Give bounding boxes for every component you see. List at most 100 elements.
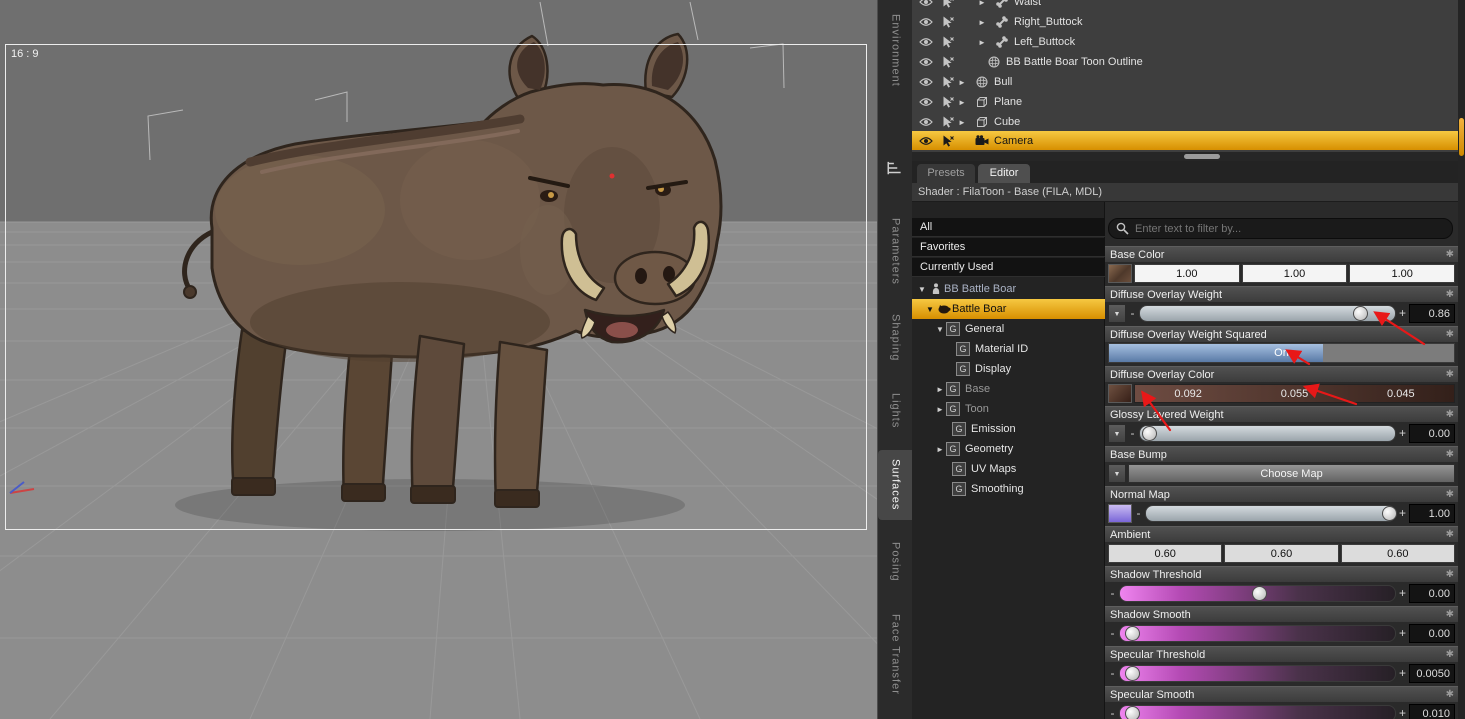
slider-handle[interactable] bbox=[1251, 585, 1267, 601]
increment-button[interactable]: + bbox=[1398, 626, 1407, 640]
color-value-g[interactable]: 1.00 bbox=[1241, 263, 1348, 283]
slider-track[interactable] bbox=[1119, 624, 1396, 642]
tab-presets[interactable]: Presets bbox=[917, 164, 975, 183]
texture-thumbnail[interactable] bbox=[1108, 263, 1132, 283]
surface-node-display[interactable]: G Display bbox=[912, 359, 1105, 379]
tab-surfaces[interactable]: Surfaces bbox=[878, 450, 913, 520]
vertical-scrollbar[interactable] bbox=[1458, 0, 1465, 719]
visibility-eye-icon[interactable] bbox=[918, 57, 934, 67]
gear-icon[interactable]: ✱ bbox=[1446, 527, 1454, 543]
increment-button[interactable]: + bbox=[1398, 426, 1407, 440]
decrement-button[interactable]: - bbox=[1128, 426, 1137, 440]
scene-node-right-buttock[interactable]: ► Right_Buttock bbox=[912, 12, 1458, 32]
slider-track[interactable] bbox=[1139, 304, 1396, 322]
choose-map-button[interactable]: Choose Map bbox=[1128, 463, 1455, 483]
scene-node-toon-outline[interactable]: BB Battle Boar Toon Outline bbox=[912, 52, 1458, 72]
filter-all[interactable]: All bbox=[912, 218, 1105, 237]
gear-icon[interactable]: ✱ bbox=[1446, 687, 1454, 703]
expand-arrow-icon[interactable]: ► bbox=[934, 445, 946, 454]
visibility-eye-icon[interactable] bbox=[918, 0, 934, 7]
tab-editor[interactable]: Editor bbox=[978, 164, 1030, 183]
collapse-arrow-icon[interactable]: ▼ bbox=[924, 305, 936, 314]
tab-parameters[interactable]: Parameters bbox=[878, 208, 913, 294]
visibility-eye-icon[interactable] bbox=[918, 37, 934, 47]
visibility-eye-icon[interactable] bbox=[918, 77, 934, 87]
slider-handle[interactable] bbox=[1141, 425, 1157, 441]
expand-arrow-icon[interactable]: ► bbox=[956, 78, 968, 87]
color-value-r[interactable]: 0.60 bbox=[1108, 543, 1223, 563]
tab-lights[interactable]: Lights bbox=[878, 384, 913, 438]
color-value-b[interactable]: 1.00 bbox=[1349, 263, 1456, 283]
tab-shaping[interactable]: Shaping bbox=[878, 306, 913, 370]
viewport-3d[interactable]: 16 : 9 bbox=[0, 0, 877, 719]
slider-track[interactable] bbox=[1145, 504, 1397, 522]
selectability-cursor-icon[interactable] bbox=[940, 36, 956, 48]
filter-search-box[interactable] bbox=[1108, 218, 1453, 239]
slider-handle[interactable] bbox=[1125, 705, 1140, 719]
expand-arrow-icon[interactable]: ► bbox=[976, 0, 988, 7]
increment-button[interactable]: + bbox=[1398, 706, 1407, 719]
increment-button[interactable]: + bbox=[1398, 586, 1407, 600]
visibility-eye-icon[interactable] bbox=[918, 136, 934, 146]
selectability-cursor-icon[interactable] bbox=[940, 16, 956, 28]
scene-node-camera[interactable]: Camera bbox=[912, 131, 1458, 150]
map-dropdown-button[interactable]: ▼ bbox=[1108, 463, 1126, 483]
gear-icon[interactable]: ✱ bbox=[1446, 567, 1454, 583]
color-value-g[interactable]: 0.60 bbox=[1224, 543, 1339, 563]
scene-node-bull[interactable]: ► Bull bbox=[912, 72, 1458, 92]
scene-pane-list-icon[interactable] bbox=[886, 160, 904, 176]
slider-handle[interactable] bbox=[1125, 625, 1140, 641]
surface-node-toon[interactable]: ► G Toon bbox=[912, 399, 1105, 419]
expand-arrow-icon[interactable]: ► bbox=[976, 38, 988, 47]
param-value[interactable]: 0.0050 bbox=[1409, 663, 1455, 683]
surface-node-material-id[interactable]: G Material ID bbox=[912, 339, 1105, 359]
scene-node-plane[interactable]: ► Plane bbox=[912, 92, 1458, 112]
scene-node-left-buttock[interactable]: ► Left_Buttock bbox=[912, 32, 1458, 52]
visibility-eye-icon[interactable] bbox=[918, 117, 934, 127]
color-value-r[interactable]: 1.00 bbox=[1134, 263, 1240, 283]
decrement-button[interactable]: - bbox=[1134, 506, 1143, 520]
tab-environment[interactable]: Environment bbox=[878, 4, 913, 96]
gear-icon[interactable]: ✱ bbox=[1446, 407, 1454, 423]
decrement-button[interactable]: - bbox=[1108, 626, 1117, 640]
slider-handle[interactable] bbox=[1381, 505, 1397, 521]
scene-node-waist[interactable]: ► Waist bbox=[912, 0, 1458, 12]
gear-icon[interactable]: ✱ bbox=[1446, 607, 1454, 623]
increment-button[interactable]: + bbox=[1398, 306, 1407, 320]
increment-button[interactable]: + bbox=[1398, 506, 1407, 520]
gear-icon[interactable]: ✱ bbox=[1446, 367, 1454, 383]
visibility-eye-icon[interactable] bbox=[918, 17, 934, 27]
tab-face-transfer[interactable]: Face Transfer bbox=[878, 604, 913, 704]
gear-icon[interactable]: ✱ bbox=[1446, 647, 1454, 663]
collapse-arrow-icon[interactable]: ▼ bbox=[934, 325, 946, 334]
param-value[interactable]: 0.00 bbox=[1409, 623, 1455, 643]
map-dropdown-button[interactable]: ▼ bbox=[1108, 303, 1126, 323]
color-swatch-bar[interactable]: 0.092 0.055 0.045 bbox=[1134, 383, 1455, 403]
selectability-cursor-icon[interactable] bbox=[940, 96, 956, 108]
slider-handle[interactable] bbox=[1353, 305, 1369, 321]
filter-favorites[interactable]: Favorites bbox=[912, 238, 1105, 257]
gear-icon[interactable]: ✱ bbox=[1446, 447, 1454, 463]
slider-handle[interactable] bbox=[1125, 665, 1140, 681]
scrollbar-thumb[interactable] bbox=[1184, 154, 1220, 159]
texture-thumbnail[interactable] bbox=[1108, 383, 1132, 403]
slider-track[interactable] bbox=[1139, 424, 1396, 442]
surface-node-smoothing[interactable]: G Smoothing bbox=[912, 479, 1105, 499]
slider-track[interactable] bbox=[1119, 704, 1396, 719]
decrement-button[interactable]: - bbox=[1108, 666, 1117, 680]
selectability-cursor-icon[interactable] bbox=[940, 56, 956, 68]
decrement-button[interactable]: - bbox=[1108, 706, 1117, 719]
visibility-eye-icon[interactable] bbox=[918, 97, 934, 107]
on-off-toggle[interactable]: On bbox=[1108, 343, 1455, 363]
collapse-arrow-icon[interactable]: ▼ bbox=[916, 285, 928, 294]
expand-arrow-icon[interactable]: ► bbox=[976, 18, 988, 27]
selectability-cursor-icon[interactable] bbox=[940, 116, 956, 128]
tab-posing[interactable]: Posing bbox=[878, 534, 913, 590]
param-value[interactable]: 0.86 bbox=[1409, 303, 1455, 323]
surface-node-general[interactable]: ▼ G General bbox=[912, 319, 1105, 339]
param-value[interactable]: 0.010 bbox=[1409, 703, 1455, 719]
surface-node-geometry[interactable]: ► G Geometry bbox=[912, 439, 1105, 459]
decrement-button[interactable]: - bbox=[1128, 306, 1137, 320]
gear-icon[interactable]: ✱ bbox=[1446, 247, 1454, 263]
increment-button[interactable]: + bbox=[1398, 666, 1407, 680]
